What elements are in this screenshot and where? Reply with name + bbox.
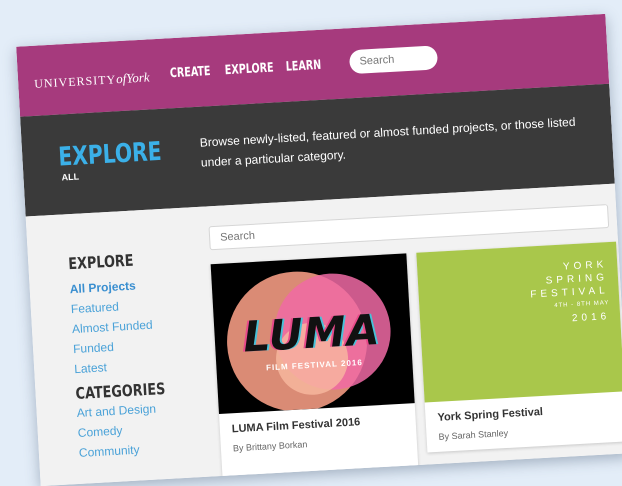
sidebar-item-art-and-design[interactable]: Art and Design [76,402,156,420]
nav-explore-link[interactable]: EXPLORE [224,60,274,78]
sidebar-item-community[interactable]: Community [79,443,140,460]
york-festival-artwork-text: YORK SPRING FESTIVAL 4TH - 8TH MAY 2016 [529,258,611,327]
sidebar-item-featured[interactable]: Featured [71,299,120,316]
sidebar-item-almost-funded[interactable]: Almost Funded [72,318,153,336]
sidebar-explore-heading: EXPLORE [67,250,134,274]
main-content: EXPLORE All Projects Featured Almost Fun… [25,183,622,486]
project-card-york-spring[interactable]: YORK SPRING FESTIVAL 4TH - 8TH MAY 2016 … [416,241,622,453]
nav-learn-link[interactable]: LEARN [285,58,321,75]
university-logo[interactable]: UNIVERSITYofYork [34,69,150,91]
project-card-luma[interactable]: LUMA FILM FESTIVAL 2016 LUMA Film Festiv… [210,253,419,484]
sidebar-item-all-projects[interactable]: All Projects [69,279,136,297]
card-title[interactable]: York Spring Festival [437,406,543,424]
sidebar-item-funded[interactable]: Funded [73,340,114,356]
screenshot-frame: UNIVERSITYofYork CREATE EXPLORE LEARN EX… [16,13,622,486]
sidebar-item-latest[interactable]: Latest [74,360,107,376]
hero-title: EXPLORE [57,136,163,173]
nav-create-link[interactable]: CREATE [170,64,211,81]
sidebar-categories-heading: CATEGORIES [75,379,166,404]
luma-logo-text: LUMA [241,304,382,362]
card-title[interactable]: LUMA Film Festival 2016 [232,416,361,435]
sidebar-item-comedy[interactable]: Comedy [77,423,122,439]
york-project-image[interactable]: YORK SPRING FESTIVAL 4TH - 8TH MAY 2016 [416,241,622,403]
card-author: By Brittany Borkan [232,439,308,454]
nav-search-input[interactable] [348,45,439,75]
hero-description: Browse newly-listed, featured or almost … [199,114,576,170]
logo-main-text: UNIVERSITY [33,72,117,91]
hero-subtitle: ALL [61,171,80,183]
logo-york-text: York [125,69,150,86]
luma-project-image[interactable]: LUMA FILM FESTIVAL 2016 [210,253,415,415]
card-author: By Sarah Stanley [438,427,509,442]
project-search-input[interactable] [208,204,610,251]
